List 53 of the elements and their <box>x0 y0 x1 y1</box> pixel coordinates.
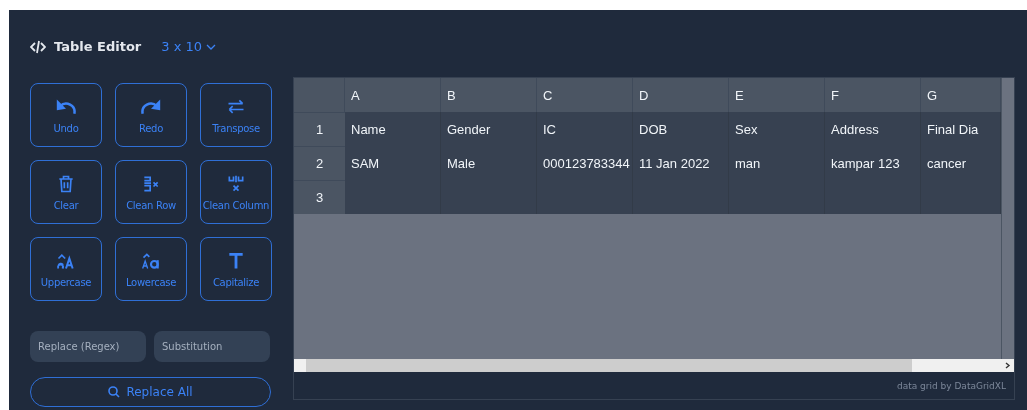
table-cell[interactable] <box>633 180 729 214</box>
column-header[interactable]: E <box>729 78 825 112</box>
table-cell[interactable]: man <box>729 146 825 180</box>
column-header[interactable]: B <box>441 78 537 112</box>
table-cell[interactable]: SAM <box>345 146 441 180</box>
table-cell[interactable] <box>537 180 633 214</box>
regex-field[interactable]: Replace (Regex) <box>30 331 146 362</box>
table-cell[interactable]: Final Dia <box>921 112 1001 146</box>
table-cell[interactable]: DOB <box>633 112 729 146</box>
table-cell[interactable]: 11 Jan 2022 <box>633 146 729 180</box>
column-header[interactable]: D <box>633 78 729 112</box>
table-cell[interactable]: kampar 123 <box>825 146 921 180</box>
credit-text: data grid by DataGridXL <box>896 380 1006 391</box>
row-header[interactable]: 2 <box>294 146 345 180</box>
clean-row-button[interactable]: Clean Row <box>115 160 187 224</box>
column-header[interactable]: F <box>825 78 921 112</box>
clean-column-button[interactable]: Clean Column <box>200 160 272 224</box>
table-cell[interactable]: Name <box>345 112 441 146</box>
lowercase-button[interactable]: Lowercase <box>115 237 187 301</box>
table-cell[interactable]: 000123783344 <box>537 146 633 180</box>
transpose-button[interactable]: Transpose <box>200 83 272 147</box>
undo-button[interactable]: Undo <box>30 83 102 147</box>
table-cell[interactable]: Gender <box>441 112 537 146</box>
code-icon <box>30 39 46 54</box>
row-header[interactable]: 1 <box>294 112 345 146</box>
table-cell[interactable] <box>729 180 825 214</box>
table-cell[interactable]: IC <box>537 112 633 146</box>
editor-title: Table Editor <box>54 39 142 54</box>
search-icon <box>108 386 121 398</box>
capitalize-button[interactable]: Capitalize <box>200 237 272 301</box>
table-cell[interactable] <box>825 180 921 214</box>
column-header[interactable]: A <box>345 78 441 112</box>
redo-button[interactable]: Redo <box>115 83 187 147</box>
table-cell[interactable] <box>345 180 441 214</box>
table-cell[interactable]: Sex <box>729 112 825 146</box>
capitalize-icon <box>226 250 246 271</box>
clear-button[interactable]: Clear <box>30 160 102 224</box>
chevron-down-icon <box>206 43 217 50</box>
table-cell[interactable] <box>441 180 537 214</box>
clear-icon <box>56 173 76 194</box>
table-cell[interactable] <box>921 180 1001 214</box>
column-header[interactable]: G <box>921 78 1001 112</box>
column-header[interactable]: C <box>537 78 633 112</box>
table-cell[interactable]: Male <box>441 146 537 180</box>
uppercase-button[interactable]: Uppercase <box>30 237 102 301</box>
substitution-field[interactable]: Substitution <box>154 331 270 362</box>
table-cell[interactable]: cancer <box>921 146 1001 180</box>
lowercase-icon <box>141 250 161 271</box>
table-cell[interactable]: Address <box>825 112 921 146</box>
horizontal-scrollbar[interactable] <box>294 359 1014 372</box>
row-header[interactable]: 3 <box>294 180 345 214</box>
clean-column-icon <box>226 173 246 194</box>
table-size-dropdown[interactable]: 3 x 10 <box>161 39 217 54</box>
